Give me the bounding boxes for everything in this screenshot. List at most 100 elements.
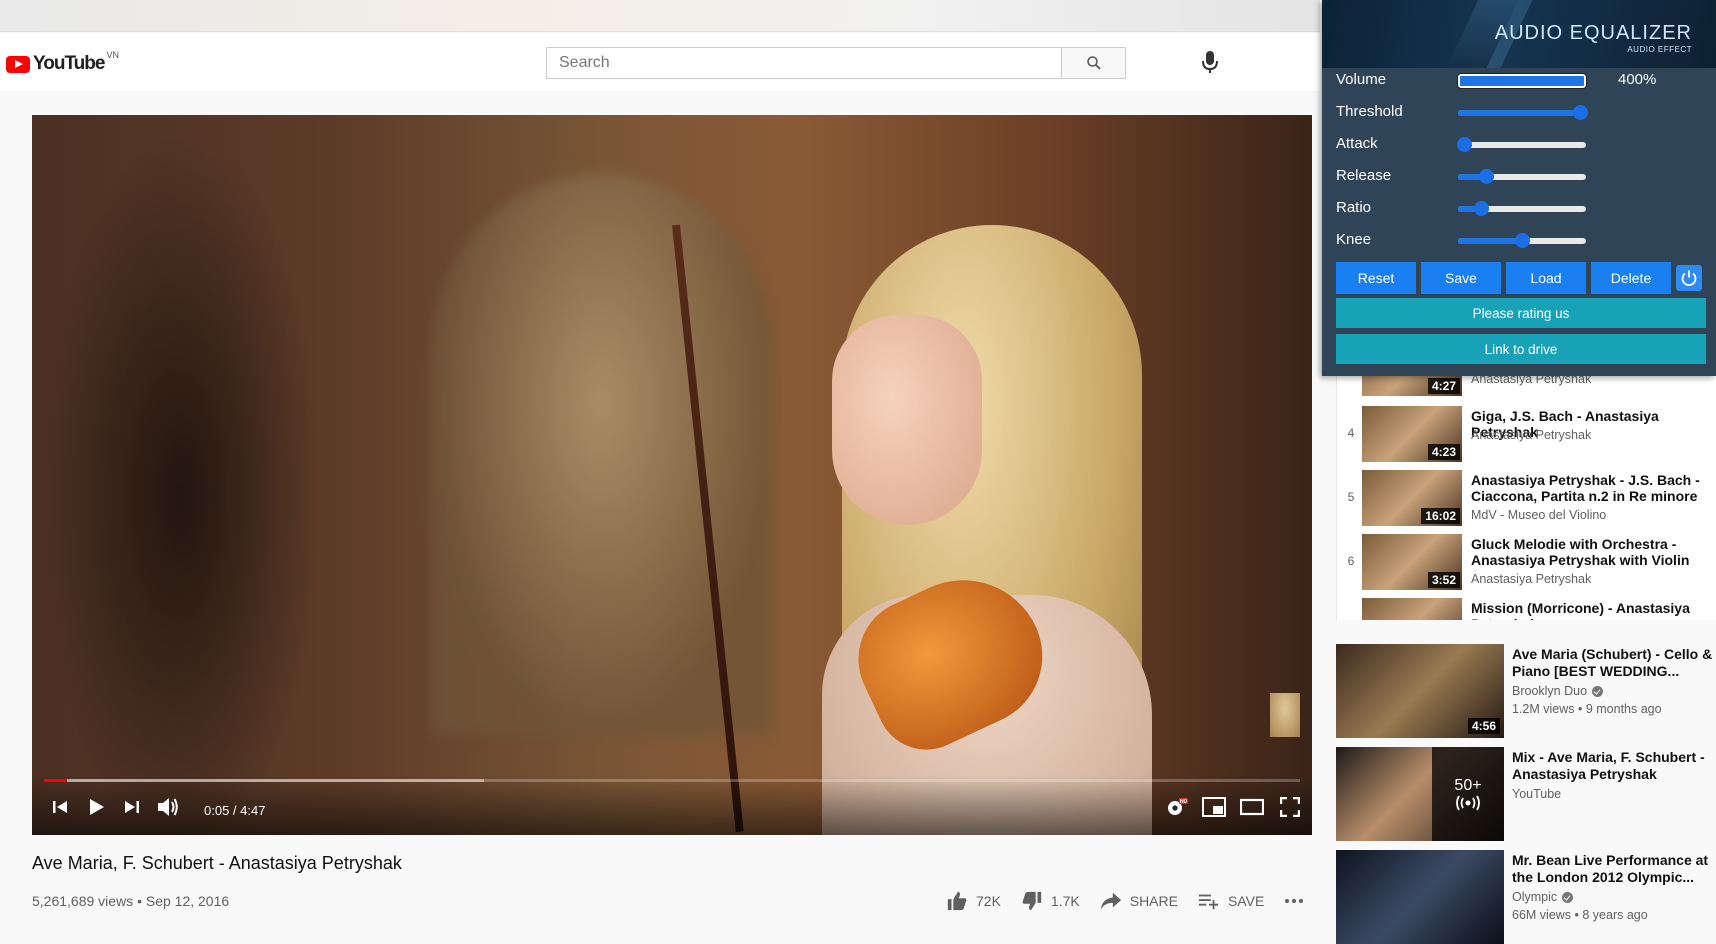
rate-us-button[interactable]: Please rating us <box>1336 298 1706 328</box>
playlist-title: Gluck Melodie with Orchestra - Anastasiy… <box>1471 536 1690 568</box>
duration-badge: 4:56 <box>1467 718 1500 734</box>
like-count: 72K <box>976 893 1001 909</box>
video-figure-face <box>832 315 982 525</box>
slider-knob[interactable] <box>1515 233 1530 248</box>
playlist-thumbnail: 16:02 <box>1362 470 1462 526</box>
video-thumbnail: 50+ <box>1336 747 1504 841</box>
view-count: 1.2M views • 9 months ago <box>1512 702 1662 716</box>
youtube-play-icon <box>6 55 30 73</box>
more-actions-button[interactable] <box>1284 898 1312 904</box>
knee-row: Knee <box>1336 227 1706 255</box>
next-button[interactable] <box>118 793 146 821</box>
video-actions: 72K 1.7K SHARE SAVE <box>946 890 1332 912</box>
save-preset-button[interactable]: Save <box>1421 262 1501 294</box>
voice-search-button[interactable] <box>1200 49 1220 77</box>
slider-knob[interactable] <box>1479 169 1495 184</box>
youtube-logo[interactable]: YouTube VN <box>6 50 119 75</box>
delete-button[interactable]: Delete <box>1591 262 1671 294</box>
search-input[interactable] <box>547 48 1061 78</box>
mute-button[interactable] <box>154 793 182 821</box>
mix-count: 50+ <box>1454 777 1482 794</box>
country-code: VN <box>106 50 119 60</box>
share-icon <box>1100 892 1121 910</box>
previous-button[interactable] <box>46 793 74 821</box>
verified-icon <box>1592 685 1604 697</box>
share-button[interactable]: SHARE <box>1100 891 1178 911</box>
video-player[interactable]: 0:05 / 4:47 HD <box>32 115 1312 835</box>
channel-name-text: Olympic <box>1512 890 1558 904</box>
volume-icon <box>158 798 178 816</box>
slider-fill <box>1458 110 1580 116</box>
progress-bar[interactable] <box>44 779 1300 782</box>
mix-overlay: 50+ <box>1432 747 1504 841</box>
verified-icon <box>1562 891 1574 903</box>
playlist-channel: Anastasiya Petryshak <box>1471 572 1592 586</box>
slider-knob[interactable] <box>1457 137 1473 152</box>
playlist-title: Anastasiya Petryshak - J.S. Bach - Ciacc… <box>1471 472 1700 504</box>
search-button[interactable] <box>1061 48 1125 78</box>
slider-knob[interactable] <box>1474 201 1490 216</box>
save-label: SAVE <box>1227 893 1265 909</box>
load-button[interactable]: Load <box>1506 262 1586 294</box>
ratio-slider[interactable] <box>1458 201 1586 216</box>
settings-button[interactable]: HD <box>1162 793 1190 821</box>
knee-slider[interactable] <box>1458 233 1586 248</box>
power-toggle[interactable] <box>1676 265 1702 291</box>
player-controls: 0:05 / 4:47 HD <box>32 775 1312 835</box>
fullscreen-button[interactable] <box>1276 793 1304 821</box>
slider-knob[interactable] <box>1572 105 1588 120</box>
playlist-item[interactable]: 5 16:02 Anastasiya Petryshak - J.S. Bach… <box>1337 468 1716 528</box>
save-button[interactable]: SAVE <box>1198 891 1264 911</box>
browser-top-strip <box>0 0 1320 32</box>
recommended-video[interactable]: 4:56 Ave Maria (Schubert) - Cello & Pian… <box>1336 644 1716 738</box>
threshold-slider[interactable] <box>1458 105 1588 120</box>
playlist-panel: 4:27 Anastasiya Petryshak 4 4:23 Giga, J… <box>1336 370 1716 620</box>
link-to-drive-button[interactable]: Link to drive <box>1336 334 1706 364</box>
search-icon <box>1086 56 1101 70</box>
volume-label: Volume <box>1336 71 1387 88</box>
reset-button[interactable]: Reset <box>1336 262 1416 294</box>
video-thumbnail <box>1336 850 1504 944</box>
theater-mode-button[interactable] <box>1238 793 1266 821</box>
duration-badge: 4:27 <box>1427 378 1460 394</box>
broadcast-icon <box>1456 795 1480 811</box>
dislike-count: 1.7K <box>1050 893 1080 909</box>
svg-text:HD: HD <box>1180 799 1188 805</box>
threshold-row: Threshold <box>1336 99 1706 127</box>
playlist-index: 4 <box>1347 426 1355 440</box>
power-icon <box>1681 270 1697 287</box>
playlist-channel: MdV - Museo del Violino <box>1471 508 1607 522</box>
playlist-channel: Anastasiya Petryshak <box>1471 428 1592 442</box>
volume-slider[interactable] <box>1457 73 1587 89</box>
playlist-thumbnail: 3:52 <box>1362 534 1462 590</box>
channel-watermark[interactable] <box>1270 693 1300 737</box>
like-button[interactable]: 72K <box>946 890 1001 912</box>
miniplayer-button[interactable] <box>1200 793 1228 821</box>
playlist-item[interactable]: 6 3:52 Gluck Melodie with Orchestra - An… <box>1337 532 1716 592</box>
slider-fill <box>1458 238 1522 244</box>
slider-fill <box>1460 76 1584 86</box>
view-count: 66M views • 8 years ago <box>1512 908 1648 922</box>
volume-value: 400% <box>1618 71 1657 88</box>
skip-previous-icon <box>53 801 67 813</box>
playlist-add-icon <box>1198 894 1219 910</box>
audio-equalizer-popup: AUDIO EQUALIZER AUDIO EFFECT Volume 400%… <box>1322 0 1716 376</box>
duration-badge: 4:23 <box>1427 444 1460 460</box>
equalizer-title: AUDIO EQUALIZER <box>1494 22 1692 44</box>
channel-name: Olympic <box>1512 890 1574 904</box>
playlist-item[interactable]: 4 4:23 Giga, J.S. Bach - Anastasiya Petr… <box>1337 404 1716 464</box>
equalizer-header: AUDIO EQUALIZER AUDIO EFFECT <box>1322 0 1716 68</box>
playlist-thumbnail: 4:23 <box>1362 406 1462 462</box>
share-label: SHARE <box>1129 893 1178 909</box>
thumbs-up-icon <box>947 891 967 911</box>
recommended-mix[interactable]: 50+ Mix - Ave Maria, F. Schubert - Anast… <box>1336 747 1716 841</box>
recommended-video[interactable]: Mr. Bean Live Performance at the London … <box>1336 850 1716 944</box>
playlist-index: 5 <box>1347 490 1355 504</box>
attack-slider[interactable] <box>1457 137 1586 152</box>
play-button[interactable] <box>82 793 110 821</box>
playlist-item[interactable]: Mission (Morricone) - Anastasiya Petrysh… <box>1337 596 1716 620</box>
video-meta: 5,261,689 views • Sep 12, 2016 <box>32 893 230 909</box>
dislike-button[interactable]: 1.7K <box>1021 890 1080 912</box>
volume-row: Volume 400% <box>1336 67 1706 95</box>
release-slider[interactable] <box>1458 169 1586 184</box>
